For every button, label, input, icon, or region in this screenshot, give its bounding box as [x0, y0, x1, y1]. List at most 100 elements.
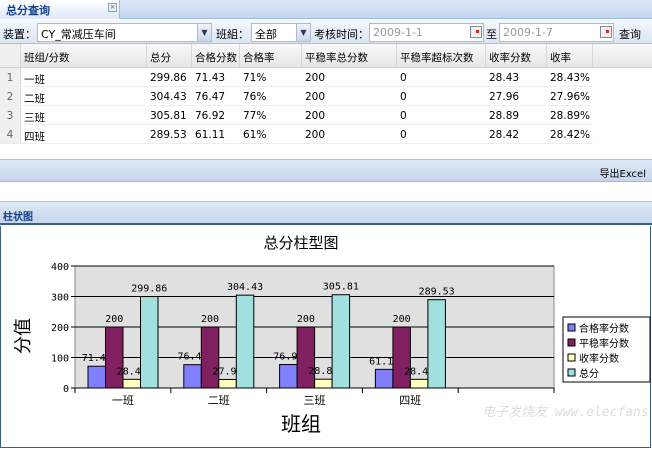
- table-cell: 61.11: [195, 129, 226, 141]
- column-header[interactable]: 合格率: [240, 44, 302, 67]
- table-row[interactable]: 2 二班 304.43 76.47 76% 200 0 27.96 27.96%: [0, 87, 593, 106]
- bar-总分: [140, 296, 159, 389]
- column-header[interactable]: 班组/分数: [21, 44, 147, 67]
- x-tick-label: 二班: [208, 394, 230, 407]
- column-header[interactable]: 平稳率总分数: [302, 44, 397, 67]
- device-label: 装置：: [3, 28, 36, 41]
- device-select[interactable]: CY_常减压车间 ▼: [37, 23, 212, 42]
- legend-swatch: [567, 338, 576, 347]
- export-excel-button[interactable]: 导出Excel: [600, 165, 647, 180]
- table-cell: 61%: [243, 129, 267, 141]
- team-value: 全部: [255, 28, 277, 41]
- data-label: 200: [297, 314, 315, 325]
- tab-label: 总分查询: [6, 4, 50, 17]
- y-tick-label: 100: [51, 354, 69, 365]
- bar-总分: [235, 294, 255, 389]
- table-cell: 200: [305, 129, 326, 141]
- table-row[interactable]: 4 四班 289.53 61.11 61% 200 0 28.42 28.42%: [0, 125, 593, 144]
- table-cell: 200: [305, 72, 326, 84]
- table-cell: 0: [400, 110, 407, 122]
- x-tick-label: 一班: [112, 394, 134, 407]
- team-label: 班組：: [216, 28, 249, 41]
- chevron-down-icon[interactable]: ▼: [197, 24, 211, 41]
- watermark-logo: 电子发烧友 www.elecfans.com: [482, 405, 651, 420]
- date-from-input[interactable]: 2009-1-1: [369, 23, 484, 42]
- export-bar: 导出Excel: [0, 159, 652, 182]
- column-header[interactable]: 平稳率超标次数: [397, 44, 486, 67]
- table-cell: 76.47: [195, 91, 226, 103]
- bar-合格率分数: [374, 368, 394, 389]
- table-row[interactable]: 1 一班 299.86 71.43 71% 200 0 28.43 28.43%: [0, 68, 593, 87]
- time-label: 考核时间：: [314, 28, 369, 41]
- table-cell: 一班: [24, 74, 45, 86]
- x-tick-label: 四班: [399, 394, 421, 407]
- table-cell: 28.89: [489, 110, 520, 122]
- data-label: 289.53: [419, 287, 455, 298]
- table-cell: 200: [305, 110, 326, 122]
- table-cell: 71%: [243, 72, 267, 84]
- table-cell: 27.96%: [550, 91, 591, 103]
- table-cell: 304.43: [150, 91, 187, 103]
- table-cell: 289.53: [150, 129, 187, 141]
- date-from-value: 2009-1-1: [373, 26, 423, 39]
- bar-总分: [427, 299, 446, 389]
- chart-title: 总分柱型图: [263, 234, 338, 252]
- table-cell: 27.96: [489, 91, 520, 103]
- table-cell: 0: [400, 91, 407, 103]
- chevron-down-icon[interactable]: ▼: [296, 24, 310, 41]
- column-header[interactable]: 总分: [147, 44, 192, 67]
- legend-label: 总分: [579, 367, 599, 380]
- device-value: CY_常减压车间: [41, 28, 116, 41]
- bar-平稳率分数: [392, 326, 411, 389]
- y-tick-label: 300: [51, 293, 69, 304]
- table-cell: 28.43%: [550, 72, 591, 84]
- table-cell: 四班: [24, 131, 45, 143]
- chart-panel: 总分柱型图 0 100 200 300 400 71.43 200 28.43 299.86 一班 7…: [0, 226, 652, 448]
- table-cell: 77%: [243, 110, 267, 122]
- team-select[interactable]: 全部 ▼: [251, 23, 311, 42]
- tab-total-score-query[interactable]: 总分查询: [0, 0, 120, 19]
- table-header: 班组/分数 总分 合格分数 合格率 平稳率总分数 平稳率超标次数 收率分数 收率: [0, 44, 652, 68]
- data-label: 305.81: [323, 282, 359, 293]
- bar-合格率分数: [87, 365, 106, 389]
- data-label: 200: [105, 314, 123, 325]
- bar-收率分数: [122, 378, 141, 389]
- calendar-icon[interactable]: [600, 26, 612, 38]
- table-cell: 28.42%: [550, 129, 591, 141]
- table-row[interactable]: 3 三班 305.81 76.92 77% 200 0 28.89 28.89%: [0, 106, 593, 125]
- legend-label: 合格率分数: [579, 322, 629, 335]
- date-to-value: 2009-1-7: [503, 26, 553, 39]
- table-cell: 76.92: [195, 110, 226, 122]
- bar-平稳率分数: [200, 326, 220, 389]
- row-number: 2: [0, 87, 21, 105]
- bar-总分: [331, 294, 351, 389]
- toolbar: 装置： CY_常减压车间 ▼ 班組： 全部 ▼ 考核时间： 2009-1-1 至 2…: [0, 20, 652, 44]
- y-tick-label: 400: [51, 262, 69, 273]
- bar-平稳率分数: [105, 326, 124, 389]
- legend-label: 平稳率分数: [579, 337, 629, 350]
- row-number: 1: [0, 68, 21, 86]
- column-header[interactable]: 收率分数: [486, 44, 547, 67]
- bar-chart: 总分柱型图010020030040071.4320028.43299.86一班7…: [13, 234, 652, 436]
- bar-合格率分数: [183, 364, 202, 389]
- y-tick-label: 200: [51, 323, 69, 334]
- row-number: 3: [0, 106, 21, 124]
- chart-panel-header: 柱状图: [0, 201, 652, 225]
- data-label: 304.43: [227, 282, 263, 293]
- date-to-input[interactable]: 2009-1-7: [499, 23, 614, 42]
- column-header[interactable]: 收率: [547, 44, 593, 67]
- chart-panel-title: 柱状图: [3, 212, 33, 223]
- table-cell: 200: [305, 91, 326, 103]
- x-axis-title: 班组: [281, 412, 321, 436]
- column-header[interactable]: 合格分数: [192, 44, 240, 67]
- table-cell: 28.42: [489, 129, 520, 141]
- calendar-icon[interactable]: [470, 26, 482, 38]
- close-icon[interactable]: ×: [108, 3, 117, 12]
- table-cell: 299.86: [150, 72, 187, 84]
- x-tick-label: 三班: [304, 394, 326, 407]
- query-button[interactable]: 查询: [619, 26, 641, 42]
- bar-收率分数: [314, 378, 333, 389]
- table-cell: 二班: [24, 93, 45, 105]
- table-cell: 305.81: [150, 110, 187, 122]
- table-cell: 28.89%: [550, 110, 591, 122]
